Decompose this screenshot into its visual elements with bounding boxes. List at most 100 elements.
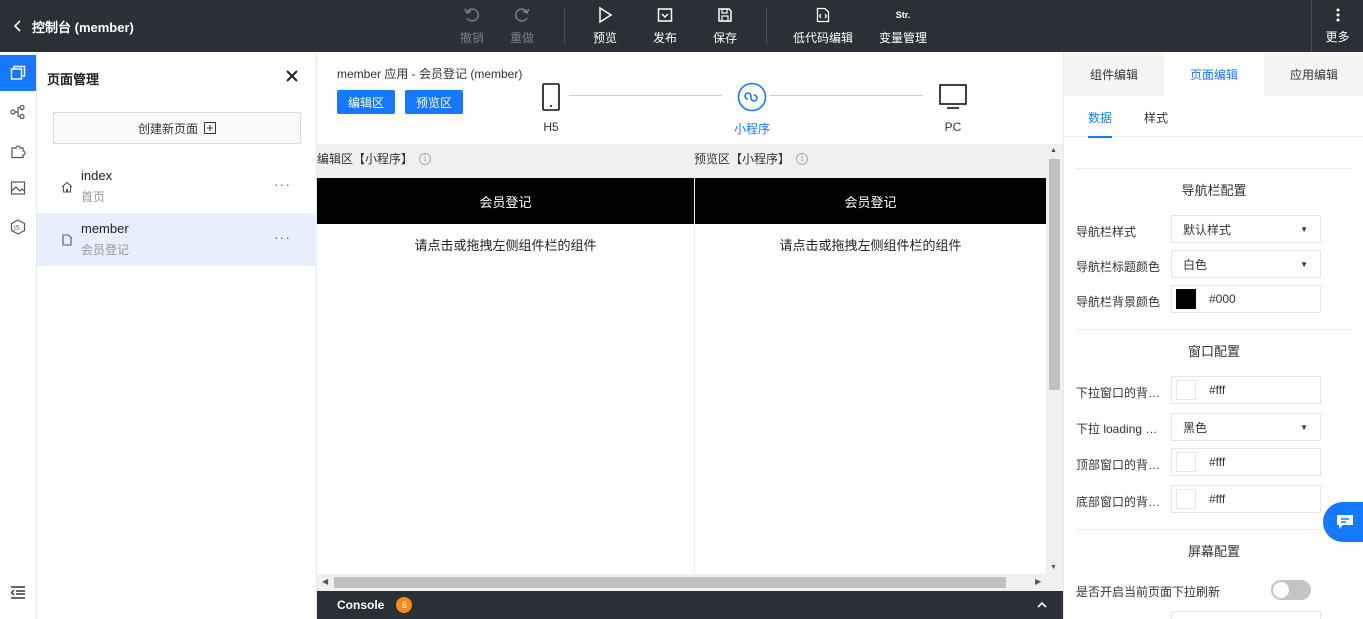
pulldown-loading-select[interactable]: 黑色 ▼ — [1171, 413, 1321, 441]
component-tree-icon — [10, 104, 25, 120]
info-icon[interactable]: i — [796, 152, 809, 165]
console-count-badge: 6 — [396, 597, 413, 613]
top-window-bg-value: #fff — [1209, 455, 1226, 469]
phone-icon — [542, 83, 560, 111]
screen-section-title: 屏幕配置 — [1076, 529, 1352, 560]
tab-style[interactable]: 样式 — [1144, 109, 1168, 136]
save-button[interactable]: 保存 — [695, 4, 755, 48]
top-window-bg-label: 顶部窗口的背景色 — [1076, 458, 1168, 472]
tab-app-edit[interactable]: 应用编辑 — [1264, 52, 1363, 96]
device-pc[interactable]: PC — [923, 82, 983, 134]
variable-manage-button[interactable]: Str. 变量管理 — [866, 4, 940, 48]
preview-canvas: 会员登记 请点击或拖拽左侧组件栏的组件 — [695, 178, 1046, 576]
pull-refresh-toggle[interactable] — [1271, 580, 1311, 600]
top-toolbar: 控制台 (member) 撤销 重做 预览 发布 保存 低代码编辑 Str. 变… — [0, 0, 1363, 52]
page-navbar: 会员登记 — [695, 178, 1046, 224]
preview-zone-header: 预览区【小程序】 i — [694, 150, 809, 167]
rail-plugins[interactable] — [0, 133, 36, 169]
nav-bg-color-value: #000 — [1209, 292, 1236, 306]
page-manager-title: 页面管理 — [47, 72, 100, 87]
caret-down-icon: ▼ — [1300, 225, 1308, 234]
save-label: 保存 — [712, 31, 737, 45]
rail-components[interactable] — [0, 94, 36, 130]
redo-button[interactable]: 重做 — [492, 4, 552, 48]
edit-zone-title: 编辑区【小程序】 — [317, 152, 414, 166]
scroll-up-arrow[interactable]: ▲ — [1050, 147, 1057, 154]
vertical-scrollbar[interactable]: ▲ ▼ — [1046, 144, 1063, 576]
create-page-button[interactable]: 创建新页面 — [53, 112, 301, 144]
plus-square-icon — [204, 122, 216, 134]
edit-zone-button[interactable]: 编辑区 — [337, 90, 396, 114]
publish-button[interactable]: 发布 — [635, 4, 695, 48]
lowcode-edit-button[interactable]: 低代码编辑 — [786, 4, 860, 48]
kebab-menu-icon — [1336, 8, 1339, 21]
str-icon: Str. — [895, 10, 911, 20]
nav-bg-color-input[interactable]: #000 — [1171, 285, 1321, 313]
color-swatch[interactable] — [1176, 289, 1196, 309]
page-item-index[interactable]: index 首页 ··· — [37, 160, 317, 213]
file-icon — [62, 234, 72, 246]
bottom-window-bg-label: 底部窗口的背景色 — [1076, 495, 1168, 509]
app-title: 控制台 (member) — [32, 19, 134, 35]
page-navbar: 会员登记 — [317, 178, 694, 224]
rail-js[interactable]: JS — [0, 209, 36, 245]
rail-assets[interactable] — [0, 170, 36, 206]
color-swatch[interactable] — [1176, 380, 1196, 400]
empty-hint: 请点击或拖拽左侧组件栏的组件 — [779, 238, 962, 253]
color-swatch[interactable] — [1176, 452, 1196, 472]
nav-title-color-select[interactable]: 白色 ▼ — [1171, 250, 1321, 278]
monitor-icon — [939, 84, 967, 109]
pulldown-bg-input[interactable]: #fff — [1171, 376, 1321, 404]
page-more-button[interactable]: ··· — [274, 229, 291, 245]
more-button[interactable]: 更多 — [1311, 0, 1363, 52]
console-bar[interactable]: Console 6 — [317, 591, 1063, 619]
tab-component-edit[interactable]: 组件编辑 — [1064, 52, 1164, 96]
page-more-button[interactable]: ··· — [274, 176, 291, 192]
preview-button[interactable]: 预览 — [575, 4, 635, 48]
page-item-member[interactable]: member 会员登记 ··· — [37, 213, 317, 266]
page-name: member — [81, 221, 129, 236]
back-to-console-button[interactable]: 控制台 (member) — [12, 0, 134, 52]
design-canvas-area: member 应用 - 会员登记 (member) 编辑区 预览区 H5 小程序… — [317, 52, 1063, 619]
next-field[interactable] — [1171, 611, 1321, 619]
page-title: 首页 — [81, 190, 106, 204]
preview-zone-button[interactable]: 预览区 — [405, 90, 464, 114]
tab-data[interactable]: 数据 — [1088, 109, 1113, 138]
nav-style-value: 默认样式 — [1183, 222, 1232, 237]
redo-icon — [515, 8, 530, 22]
top-window-bg-input[interactable]: #fff — [1171, 448, 1321, 476]
horizontal-scrollbar[interactable]: ◀ ▶ — [317, 574, 1046, 591]
device-miniprogram[interactable]: 小程序 — [722, 82, 782, 137]
scrollbar-thumb[interactable] — [334, 577, 1006, 588]
rail-collapse[interactable] — [0, 574, 36, 610]
info-icon[interactable]: i — [419, 152, 432, 165]
tab-page-edit[interactable]: 页面编辑 — [1164, 52, 1264, 96]
chat-icon — [1337, 515, 1353, 529]
pulldown-loading-label: 下拉 loading 的样式 — [1076, 422, 1168, 436]
miniprogram-icon — [737, 82, 767, 112]
chat-support-button[interactable] — [1323, 502, 1363, 542]
nav-style-select[interactable]: 默认样式 ▼ — [1171, 215, 1321, 243]
variable-manage-label: 变量管理 — [878, 31, 927, 45]
close-icon[interactable] — [284, 68, 300, 84]
pulldown-loading-value: 黑色 — [1183, 420, 1208, 435]
nav-section-title: 导航栏配置 — [1076, 168, 1352, 199]
nav-style-label: 导航栏样式 — [1076, 225, 1137, 239]
bottom-window-bg-input[interactable]: #fff — [1171, 485, 1321, 513]
rail-pages[interactable] — [0, 55, 36, 91]
color-swatch[interactable] — [1176, 489, 1196, 509]
nav-title-color-value: 白色 — [1183, 257, 1208, 272]
chevron-up-icon[interactable] — [1037, 600, 1047, 610]
device-connector — [770, 95, 923, 96]
nav-title-color-label: 导航栏标题颜色 — [1076, 260, 1161, 274]
page-title: 会员登记 — [81, 243, 130, 257]
svg-text:JS: JS — [13, 225, 20, 232]
scroll-left-arrow[interactable]: ◀ — [322, 577, 328, 586]
scroll-down-arrow[interactable]: ▼ — [1050, 564, 1057, 571]
pages-icon — [10, 65, 26, 80]
device-label: H5 — [543, 120, 559, 134]
edit-canvas[interactable]: 会员登记 请点击或拖拽左侧组件栏的组件 — [317, 178, 694, 576]
scrollbar-thumb[interactable] — [1049, 159, 1060, 390]
scroll-right-arrow[interactable]: ▶ — [1035, 577, 1041, 586]
device-h5[interactable]: H5 — [521, 82, 581, 134]
